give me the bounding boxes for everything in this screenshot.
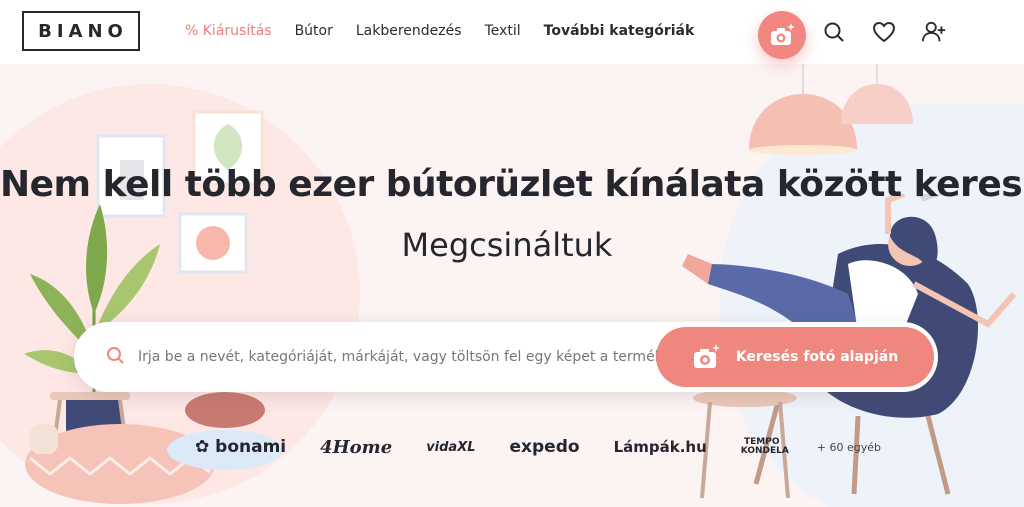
- nav-sale[interactable]: % Kiárusítás: [185, 23, 272, 39]
- partner-logo-4home[interactable]: 4Home: [320, 437, 392, 458]
- heart-icon: [872, 21, 896, 43]
- partner-logo-bonami[interactable]: ✿ bonami: [195, 437, 286, 457]
- hero-subtitle: Megcsináltuk: [401, 226, 613, 264]
- photo-search-label: Keresés fotó alapján: [735, 349, 899, 365]
- pendant-lamps-illustration: [749, 64, 913, 155]
- camera-icon: [693, 344, 720, 368]
- header-search-button[interactable]: [822, 20, 846, 44]
- nav-butor[interactable]: Bútor: [295, 23, 333, 39]
- nav-textil[interactable]: Textil: [485, 23, 521, 39]
- partner-logo-tempo[interactable]: TEMPO KONDELA: [741, 438, 789, 456]
- top-header: BIANO % Kiárusítás Bútor Lakberendezés T…: [0, 0, 1024, 64]
- main-nav: % Kiárusítás Bútor Lakberendezés Textil …: [185, 23, 717, 39]
- camera-search-button[interactable]: [758, 11, 806, 59]
- search-icon: [824, 22, 844, 42]
- partner-logo-vidaxl[interactable]: vidaXL: [426, 440, 475, 455]
- search-input[interactable]: [138, 344, 728, 370]
- partners-more-link[interactable]: + 60 egyéb: [817, 441, 881, 454]
- search-icon: [107, 347, 124, 364]
- bonami-mark-icon: ✿: [195, 437, 210, 457]
- photo-search-button[interactable]: Keresés fotó alapján: [656, 327, 934, 387]
- partner-logo-lampak[interactable]: Lámpák.hu: [614, 438, 707, 456]
- camera-icon: [771, 23, 795, 45]
- hero-section: Nem kell több ezer bútorüzlet kínálata k…: [0, 64, 1024, 507]
- user-add-icon: [922, 21, 946, 42]
- page: Nem kell több ezer bútorüzlet kínálata k…: [0, 0, 1024, 507]
- register-button[interactable]: [922, 20, 946, 44]
- search-bar: Keresés fotó alapján: [74, 322, 938, 392]
- nav-lakberendezes[interactable]: Lakberendezés: [356, 23, 462, 39]
- favorites-button[interactable]: [872, 20, 896, 44]
- partner-logos: ✿ bonami 4Home vidaXL expedo Lámpák.hu T…: [195, 432, 915, 462]
- partner-logo-expedo[interactable]: expedo: [510, 437, 580, 457]
- hero-title: Nem kell több ezer bútorüzlet kínálata k…: [0, 164, 1024, 205]
- nav-more[interactable]: További kategóriák: [544, 23, 695, 39]
- biano-logo[interactable]: BIANO: [22, 11, 140, 51]
